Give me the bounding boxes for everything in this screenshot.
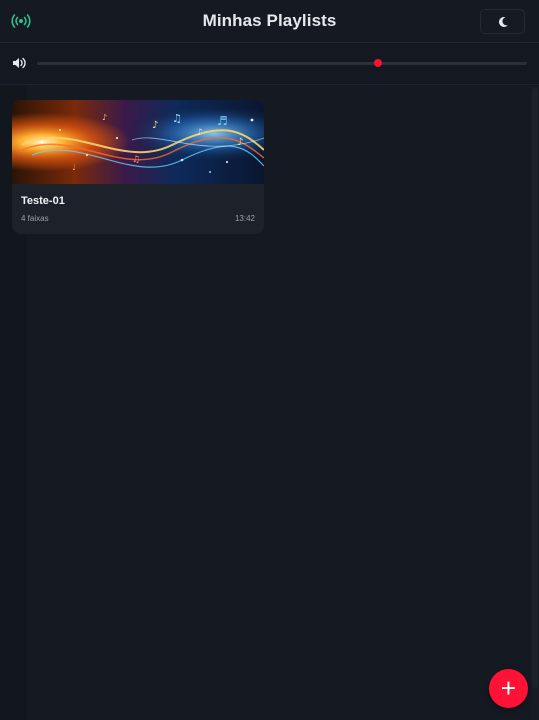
moon-icon xyxy=(498,16,508,27)
page-title: Minhas Playlists xyxy=(202,11,337,30)
scrollbar-thumb[interactable] xyxy=(532,88,538,688)
playlist-card[interactable]: ♪ ♫ ♪ ♬ ♪ ♫ ♪ ♩ Teste-01 4 faixas 13:42 xyxy=(12,100,264,234)
theme-toggle-button[interactable] xyxy=(480,9,525,34)
add-playlist-button[interactable]: + xyxy=(489,669,528,708)
volume-control xyxy=(0,43,539,85)
speaker-volume-icon[interactable] xyxy=(11,55,27,71)
svg-text:♪: ♪ xyxy=(237,137,243,148)
playlist-duration: 13:42 xyxy=(234,214,255,223)
playlist-track-count: 4 faixas xyxy=(21,214,49,223)
scrollbar[interactable] xyxy=(531,86,539,720)
app-header: Minhas Playlists xyxy=(0,0,539,43)
app: Minhas Playlists ♪ ♫ ♪ ♬ ♪ ♫ ♪ ♩ Teste-0… xyxy=(0,0,539,720)
volume-slider[interactable] xyxy=(37,59,527,67)
svg-text:♩: ♩ xyxy=(72,163,76,172)
svg-text:♪: ♪ xyxy=(197,128,203,138)
svg-text:♪: ♪ xyxy=(102,113,107,122)
svg-text:♫: ♫ xyxy=(172,112,182,125)
playlist-name: Teste-01 xyxy=(21,195,65,207)
svg-text:♪: ♪ xyxy=(152,120,158,131)
plus-icon: + xyxy=(500,672,517,703)
svg-text:♬: ♬ xyxy=(217,114,228,128)
svg-text:♫: ♫ xyxy=(132,155,140,165)
volume-slider-fill xyxy=(37,62,378,65)
volume-slider-thumb[interactable] xyxy=(373,59,382,67)
playlist-cover-image: ♪ ♫ ♪ ♬ ♪ ♫ ♪ ♩ xyxy=(12,100,264,184)
